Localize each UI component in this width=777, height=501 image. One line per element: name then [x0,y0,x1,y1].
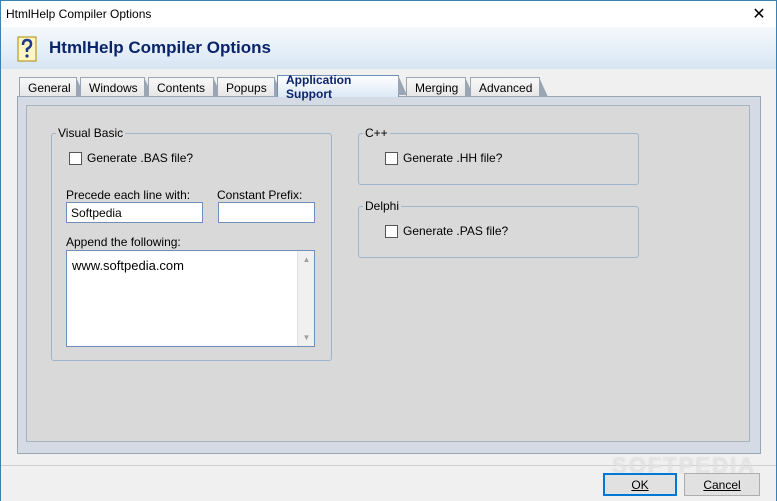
title-bar[interactable]: HtmlHelp Compiler Options ✕ [1,1,776,27]
tab-label: Merging [415,80,459,95]
append-textarea[interactable]: www.softpedia.com ▲ ▼ [66,250,315,347]
softpedia-watermark: SOFTPEDIA [612,453,756,478]
generate-bas-checkbox[interactable]: Generate .BAS file? [69,151,193,165]
application-support-panel: Visual Basic Generate .BAS file? Precede… [26,105,750,442]
help-question-icon [17,36,37,62]
checkbox-box[interactable] [69,151,82,165]
checkbox-box[interactable] [385,224,398,238]
tab-advanced[interactable]: Advanced [470,77,548,97]
textarea-scrollbar[interactable]: ▲ ▼ [297,251,314,346]
scroll-down-icon[interactable]: ▼ [298,329,315,346]
cancel-label: Cancel [703,477,741,492]
visual-basic-legend: Visual Basic [58,126,124,140]
tab-contents[interactable]: Contents [148,77,222,97]
constant-prefix-input[interactable] [218,202,315,223]
tab-label: Popups [226,80,267,95]
delphi-legend: Delphi [365,199,400,213]
tab-label: Contents [157,80,206,95]
tab-label: General [28,80,71,95]
tab-application-support[interactable]: Application Support [277,73,407,101]
tab-merging[interactable]: Merging [406,77,474,97]
ok-label: OK [631,477,649,492]
tab-label: Application Support [286,72,352,101]
header-title: HtmlHelp Compiler Options [49,38,271,57]
constant-prefix-label: Constant Prefix: [217,188,303,202]
tab-general[interactable]: General [19,77,85,97]
append-text: www.softpedia.com [72,258,184,273]
scroll-up-icon[interactable]: ▲ [298,251,315,268]
generate-pas-checkbox[interactable]: Generate .PAS file? [385,224,508,238]
generate-pas-label: Generate .PAS file? [403,224,509,238]
append-label: Append the following: [66,235,181,249]
checkbox-box[interactable] [385,151,398,165]
tab-popups[interactable]: Popups [217,77,283,97]
generate-hh-label: Generate .HH file? [403,151,503,165]
generate-hh-checkbox[interactable]: Generate .HH file? [385,151,502,165]
tab-strip: General Windows Contents Popups Applicat… [17,73,757,101]
window-title: HtmlHelp Compiler Options [6,7,152,21]
tab-label: Windows [89,80,138,95]
cpp-legend: C++ [365,126,388,140]
dialog-window: HtmlHelp Compiler Options ✕ HtmlHelp Com… [0,0,777,501]
dialog-header: HtmlHelp Compiler Options [1,27,776,69]
close-icon[interactable]: ✕ [742,1,776,27]
generate-bas-label: Generate .BAS file? [87,151,194,165]
tab-windows[interactable]: Windows [80,77,153,97]
tab-label: Advanced [479,80,533,95]
precede-label: Precede each line with: [66,188,191,202]
precede-input[interactable]: Softpedia [66,202,203,223]
